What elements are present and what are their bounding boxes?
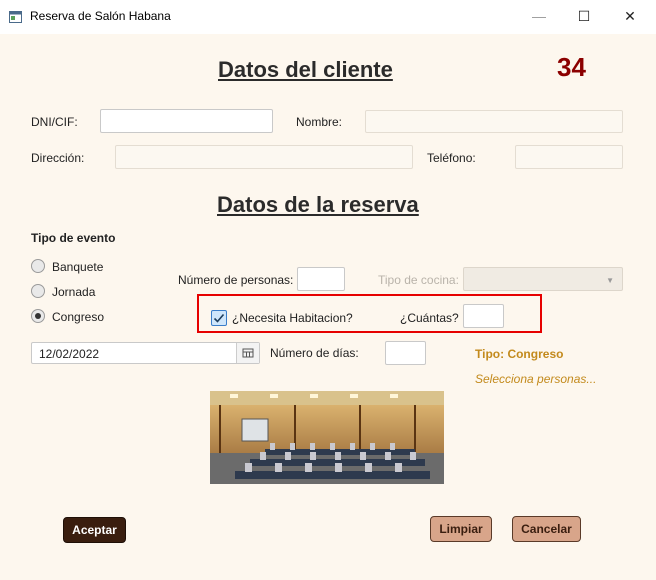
radio-label: Banquete (52, 260, 104, 274)
window-title: Reserva de Salón Habana (30, 9, 171, 23)
telefono-label: Teléfono: (427, 151, 476, 165)
calendar-icon[interactable] (236, 343, 259, 363)
radio-label: Jornada (52, 285, 96, 299)
app-icon (9, 10, 22, 23)
reservation-counter: 34 (557, 52, 586, 82)
client-heading: Datos del cliente (218, 57, 393, 82)
reserva-heading: Datos de la reserva (217, 192, 419, 217)
maximize-button[interactable]: ☐ (573, 6, 595, 26)
fecha-value: 12/02/2022 (39, 347, 100, 361)
telefono-field[interactable] (515, 145, 623, 169)
direccion-label: Dirección: (31, 151, 85, 165)
dni-field[interactable] (100, 109, 273, 133)
dni-label: DNI/CIF: (31, 115, 78, 129)
checkmark-icon (213, 313, 225, 323)
habitacion-label: ¿Necesita Habitacion? (232, 311, 353, 325)
minimize-button[interactable]: — (528, 6, 550, 26)
fecha-picker[interactable]: 12/02/2022 (31, 342, 260, 364)
radio-button[interactable] (31, 259, 45, 273)
aceptar-button[interactable]: Aceptar (63, 517, 126, 543)
form-body: Datos del cliente 34 DNI/CIF: Nombre: Di… (0, 34, 656, 580)
radio-button-selected[interactable] (31, 309, 45, 323)
cuantas-field[interactable] (463, 304, 504, 328)
cocina-label: Tipo de cocina: (378, 273, 459, 287)
close-button[interactable]: ✕ (619, 6, 641, 26)
title-bar: Reserva de Salón Habana — ☐ ✕ (0, 0, 656, 34)
hint-text: Selecciona personas... (475, 372, 597, 386)
nombre-label: Nombre: (296, 115, 343, 129)
dias-label: Número de días: (270, 346, 359, 360)
radio-label: Congreso (52, 310, 105, 324)
chevron-down-icon: ▼ (606, 276, 614, 285)
tipo-status: Tipo: Congreso (475, 347, 564, 361)
cuantas-label: ¿Cuántas? (400, 311, 459, 325)
personas-label: Número de personas: (178, 273, 294, 287)
limpiar-button[interactable]: Limpiar (430, 516, 492, 542)
dias-field[interactable] (385, 341, 426, 365)
tipo-evento-label: Tipo de evento (31, 231, 116, 245)
conference-room-image (210, 391, 444, 484)
nombre-field[interactable] (365, 110, 623, 133)
cancelar-button[interactable]: Cancelar (512, 516, 581, 542)
direccion-field[interactable] (115, 145, 413, 169)
cocina-select[interactable]: ▼ (463, 267, 623, 291)
habitacion-checkbox[interactable] (211, 310, 227, 326)
radio-button[interactable] (31, 284, 45, 298)
personas-field[interactable] (297, 267, 345, 291)
